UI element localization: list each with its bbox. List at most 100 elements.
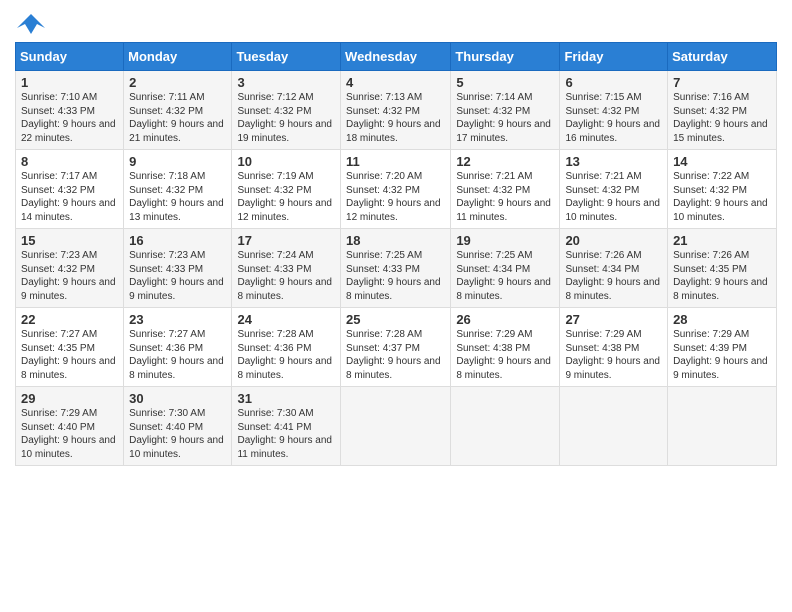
calendar-cell: 3 Sunrise: 7:12 AMSunset: 4:32 PMDayligh… xyxy=(232,71,341,150)
calendar-cell: 8 Sunrise: 7:17 AMSunset: 4:32 PMDayligh… xyxy=(16,150,124,229)
calendar-cell xyxy=(668,387,777,466)
header xyxy=(15,10,777,34)
cell-info: Sunrise: 7:29 AMSunset: 4:38 PMDaylight:… xyxy=(565,329,660,381)
calendar-cell: 26 Sunrise: 7:29 AMSunset: 4:38 PMDaylig… xyxy=(451,308,560,387)
day-number: 22 xyxy=(21,312,118,327)
day-number: 4 xyxy=(346,75,445,90)
day-header-wednesday: Wednesday xyxy=(341,43,451,71)
day-number: 16 xyxy=(129,233,226,248)
cell-info: Sunrise: 7:30 AMSunset: 4:41 PMDaylight:… xyxy=(237,408,332,460)
calendar-cell: 17 Sunrise: 7:24 AMSunset: 4:33 PMDaylig… xyxy=(232,229,341,308)
calendar-cell: 2 Sunrise: 7:11 AMSunset: 4:32 PMDayligh… xyxy=(124,71,232,150)
day-number: 15 xyxy=(21,233,118,248)
calendar-cell: 1 Sunrise: 7:10 AMSunset: 4:33 PMDayligh… xyxy=(16,71,124,150)
cell-info: Sunrise: 7:30 AMSunset: 4:40 PMDaylight:… xyxy=(129,408,224,460)
day-number: 29 xyxy=(21,391,118,406)
cell-info: Sunrise: 7:25 AMSunset: 4:34 PMDaylight:… xyxy=(456,250,551,302)
calendar-cell: 7 Sunrise: 7:16 AMSunset: 4:32 PMDayligh… xyxy=(668,71,777,150)
day-number: 25 xyxy=(346,312,445,327)
calendar-cell: 23 Sunrise: 7:27 AMSunset: 4:36 PMDaylig… xyxy=(124,308,232,387)
cell-info: Sunrise: 7:28 AMSunset: 4:37 PMDaylight:… xyxy=(346,329,441,381)
calendar-cell: 22 Sunrise: 7:27 AMSunset: 4:35 PMDaylig… xyxy=(16,308,124,387)
day-number: 18 xyxy=(346,233,445,248)
calendar-cell: 13 Sunrise: 7:21 AMSunset: 4:32 PMDaylig… xyxy=(560,150,668,229)
day-number: 23 xyxy=(129,312,226,327)
cell-info: Sunrise: 7:28 AMSunset: 4:36 PMDaylight:… xyxy=(237,329,332,381)
cell-info: Sunrise: 7:20 AMSunset: 4:32 PMDaylight:… xyxy=(346,171,441,223)
cell-info: Sunrise: 7:23 AMSunset: 4:32 PMDaylight:… xyxy=(21,250,116,302)
calendar-cell: 16 Sunrise: 7:23 AMSunset: 4:33 PMDaylig… xyxy=(124,229,232,308)
calendar-cell: 12 Sunrise: 7:21 AMSunset: 4:32 PMDaylig… xyxy=(451,150,560,229)
cell-info: Sunrise: 7:27 AMSunset: 4:35 PMDaylight:… xyxy=(21,329,116,381)
calendar-cell: 29 Sunrise: 7:29 AMSunset: 4:40 PMDaylig… xyxy=(16,387,124,466)
calendar-cell xyxy=(451,387,560,466)
day-number: 17 xyxy=(237,233,335,248)
day-number: 20 xyxy=(565,233,662,248)
cell-info: Sunrise: 7:10 AMSunset: 4:33 PMDaylight:… xyxy=(21,92,116,144)
calendar-week-2: 8 Sunrise: 7:17 AMSunset: 4:32 PMDayligh… xyxy=(16,150,777,229)
day-number: 5 xyxy=(456,75,554,90)
cell-info: Sunrise: 7:23 AMSunset: 4:33 PMDaylight:… xyxy=(129,250,224,302)
calendar-week-4: 22 Sunrise: 7:27 AMSunset: 4:35 PMDaylig… xyxy=(16,308,777,387)
day-number: 2 xyxy=(129,75,226,90)
calendar-week-3: 15 Sunrise: 7:23 AMSunset: 4:32 PMDaylig… xyxy=(16,229,777,308)
calendar-week-1: 1 Sunrise: 7:10 AMSunset: 4:33 PMDayligh… xyxy=(16,71,777,150)
calendar-cell: 15 Sunrise: 7:23 AMSunset: 4:32 PMDaylig… xyxy=(16,229,124,308)
cell-info: Sunrise: 7:15 AMSunset: 4:32 PMDaylight:… xyxy=(565,92,660,144)
day-number: 26 xyxy=(456,312,554,327)
calendar-cell: 19 Sunrise: 7:25 AMSunset: 4:34 PMDaylig… xyxy=(451,229,560,308)
calendar-cell: 18 Sunrise: 7:25 AMSunset: 4:33 PMDaylig… xyxy=(341,229,451,308)
cell-info: Sunrise: 7:26 AMSunset: 4:35 PMDaylight:… xyxy=(673,250,768,302)
cell-info: Sunrise: 7:13 AMSunset: 4:32 PMDaylight:… xyxy=(346,92,441,144)
calendar-cell: 9 Sunrise: 7:18 AMSunset: 4:32 PMDayligh… xyxy=(124,150,232,229)
calendar-cell: 21 Sunrise: 7:26 AMSunset: 4:35 PMDaylig… xyxy=(668,229,777,308)
day-header-friday: Friday xyxy=(560,43,668,71)
day-number: 13 xyxy=(565,154,662,169)
day-header-thursday: Thursday xyxy=(451,43,560,71)
day-header-monday: Monday xyxy=(124,43,232,71)
cell-info: Sunrise: 7:16 AMSunset: 4:32 PMDaylight:… xyxy=(673,92,768,144)
page: SundayMondayTuesdayWednesdayThursdayFrid… xyxy=(0,0,792,612)
cell-info: Sunrise: 7:29 AMSunset: 4:38 PMDaylight:… xyxy=(456,329,551,381)
day-number: 9 xyxy=(129,154,226,169)
day-number: 28 xyxy=(673,312,771,327)
cell-info: Sunrise: 7:11 AMSunset: 4:32 PMDaylight:… xyxy=(129,92,224,144)
cell-info: Sunrise: 7:18 AMSunset: 4:32 PMDaylight:… xyxy=(129,171,224,223)
day-number: 7 xyxy=(673,75,771,90)
logo xyxy=(15,10,45,34)
day-number: 12 xyxy=(456,154,554,169)
cell-info: Sunrise: 7:14 AMSunset: 4:32 PMDaylight:… xyxy=(456,92,551,144)
calendar-cell: 24 Sunrise: 7:28 AMSunset: 4:36 PMDaylig… xyxy=(232,308,341,387)
calendar-cell: 25 Sunrise: 7:28 AMSunset: 4:37 PMDaylig… xyxy=(341,308,451,387)
calendar-cell: 14 Sunrise: 7:22 AMSunset: 4:32 PMDaylig… xyxy=(668,150,777,229)
day-number: 31 xyxy=(237,391,335,406)
day-header-saturday: Saturday xyxy=(668,43,777,71)
day-number: 14 xyxy=(673,154,771,169)
cell-info: Sunrise: 7:25 AMSunset: 4:33 PMDaylight:… xyxy=(346,250,441,302)
day-number: 30 xyxy=(129,391,226,406)
calendar-cell: 20 Sunrise: 7:26 AMSunset: 4:34 PMDaylig… xyxy=(560,229,668,308)
calendar-cell: 4 Sunrise: 7:13 AMSunset: 4:32 PMDayligh… xyxy=(341,71,451,150)
cell-info: Sunrise: 7:24 AMSunset: 4:33 PMDaylight:… xyxy=(237,250,332,302)
cell-info: Sunrise: 7:19 AMSunset: 4:32 PMDaylight:… xyxy=(237,171,332,223)
calendar-cell: 11 Sunrise: 7:20 AMSunset: 4:32 PMDaylig… xyxy=(341,150,451,229)
calendar-cell: 10 Sunrise: 7:19 AMSunset: 4:32 PMDaylig… xyxy=(232,150,341,229)
cell-info: Sunrise: 7:29 AMSunset: 4:40 PMDaylight:… xyxy=(21,408,116,460)
day-number: 27 xyxy=(565,312,662,327)
day-number: 10 xyxy=(237,154,335,169)
cell-info: Sunrise: 7:21 AMSunset: 4:32 PMDaylight:… xyxy=(565,171,660,223)
calendar-cell xyxy=(341,387,451,466)
day-header-sunday: Sunday xyxy=(16,43,124,71)
day-number: 11 xyxy=(346,154,445,169)
calendar-cell: 28 Sunrise: 7:29 AMSunset: 4:39 PMDaylig… xyxy=(668,308,777,387)
day-number: 19 xyxy=(456,233,554,248)
cell-info: Sunrise: 7:22 AMSunset: 4:32 PMDaylight:… xyxy=(673,171,768,223)
cell-info: Sunrise: 7:17 AMSunset: 4:32 PMDaylight:… xyxy=(21,171,116,223)
calendar-cell: 6 Sunrise: 7:15 AMSunset: 4:32 PMDayligh… xyxy=(560,71,668,150)
calendar-cell xyxy=(560,387,668,466)
calendar-cell: 31 Sunrise: 7:30 AMSunset: 4:41 PMDaylig… xyxy=(232,387,341,466)
day-number: 3 xyxy=(237,75,335,90)
day-number: 21 xyxy=(673,233,771,248)
calendar-cell: 5 Sunrise: 7:14 AMSunset: 4:32 PMDayligh… xyxy=(451,71,560,150)
calendar-cell: 27 Sunrise: 7:29 AMSunset: 4:38 PMDaylig… xyxy=(560,308,668,387)
